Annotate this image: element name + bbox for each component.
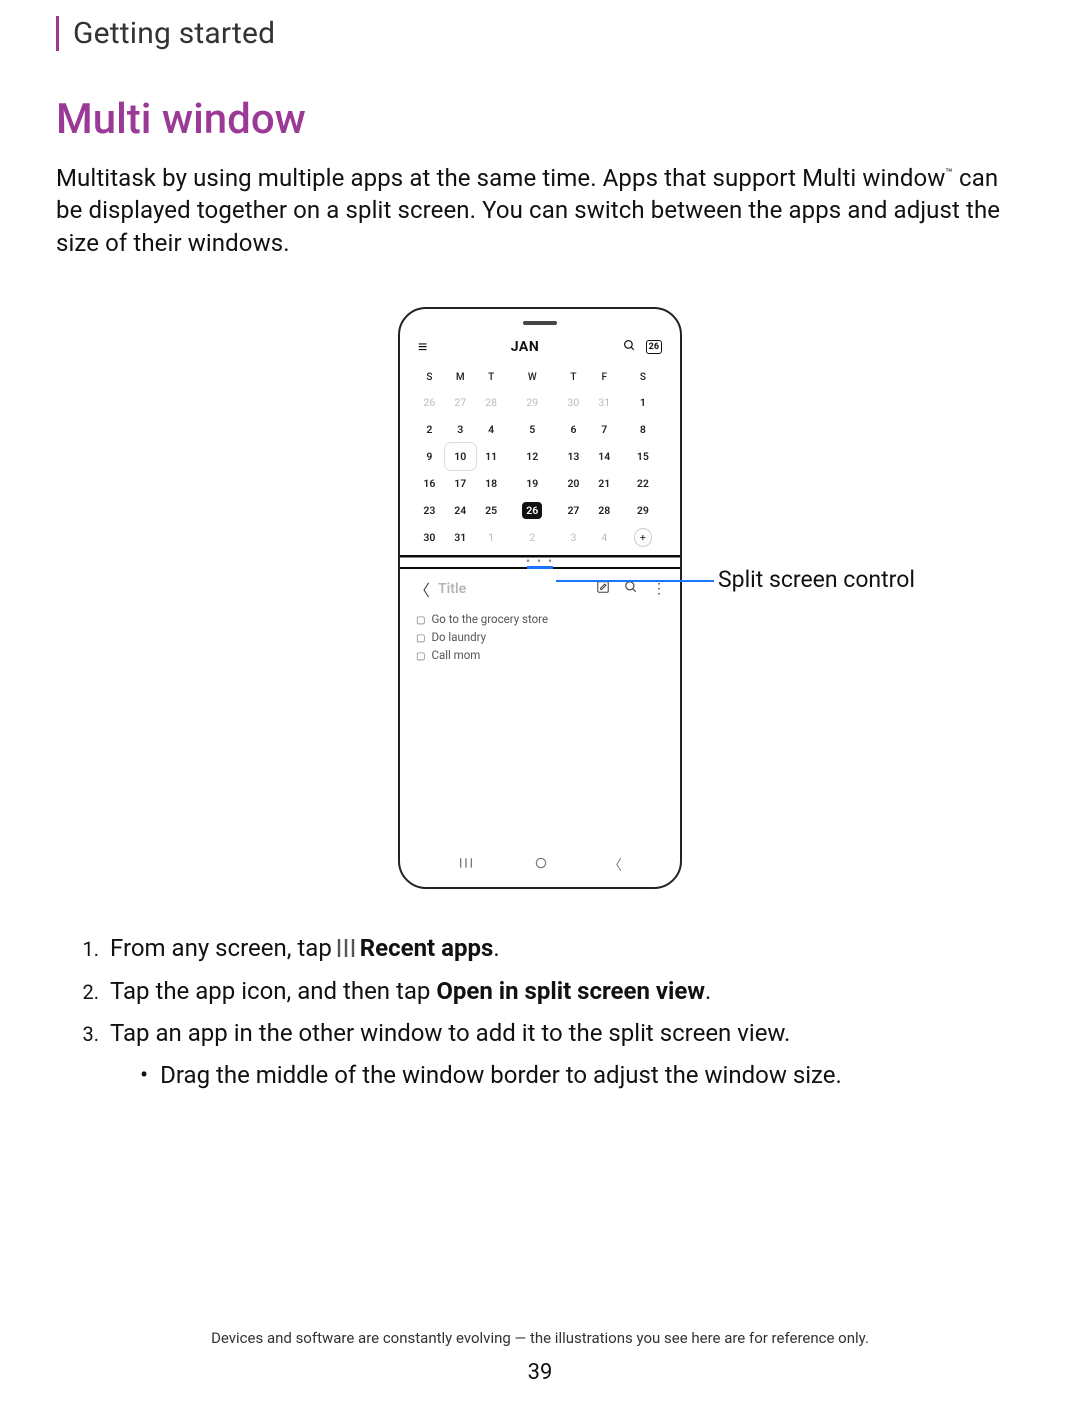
calendar-day[interactable]: 30 bbox=[414, 524, 445, 551]
calendar-day[interactable]: 31 bbox=[589, 389, 620, 416]
split-screen-divider[interactable]: • • • bbox=[400, 555, 680, 569]
back-icon[interactable]: 〈 bbox=[414, 577, 430, 601]
intro-paragraph: Multitask by using multiple apps at the … bbox=[56, 162, 1024, 259]
calendar-day[interactable]: 2 bbox=[507, 524, 558, 551]
calendar-dow: T bbox=[558, 367, 589, 389]
calendar-dow: S bbox=[620, 367, 666, 389]
step-1: From any screen, tapRecent apps. bbox=[104, 929, 1024, 967]
calendar-day[interactable]: 5 bbox=[507, 416, 558, 443]
edit-icon[interactable] bbox=[596, 580, 610, 598]
footer-disclaimer: Devices and software are constantly evol… bbox=[0, 1329, 1080, 1347]
calendar-day[interactable]: 28 bbox=[476, 389, 507, 416]
calendar-day[interactable]: 13 bbox=[558, 443, 589, 470]
calendar-day[interactable]: 12 bbox=[507, 443, 558, 470]
calendar-day[interactable]: 9 bbox=[414, 443, 445, 470]
calendar-day[interactable]: 26 bbox=[507, 497, 558, 524]
section-header: Getting started bbox=[56, 16, 1024, 51]
calendar-dow: T bbox=[476, 367, 507, 389]
system-navbar: 〈 bbox=[408, 847, 672, 879]
split-indicator-icon bbox=[527, 566, 553, 569]
search-icon[interactable] bbox=[623, 339, 636, 356]
calendar-day[interactable]: 27 bbox=[558, 497, 589, 524]
calendar-grid: SMTWTFS 26272829303112345678910111213141… bbox=[414, 367, 666, 551]
calendar-day[interactable]: 6 bbox=[558, 416, 589, 443]
calendar-day[interactable]: 10 bbox=[445, 443, 476, 470]
calendar-day[interactable]: 28 bbox=[589, 497, 620, 524]
note-title-input[interactable]: Title bbox=[438, 581, 466, 597]
calendar-day[interactable]: 14 bbox=[589, 443, 620, 470]
calendar-day[interactable]: 19 bbox=[507, 470, 558, 497]
step-2: Tap the app icon, and then tap Open in s… bbox=[104, 972, 1024, 1010]
calendar-day[interactable]: 31 bbox=[445, 524, 476, 551]
back-nav-icon[interactable]: 〈 bbox=[608, 855, 622, 875]
calendar-dow: S bbox=[414, 367, 445, 389]
calendar-day[interactable]: 18 bbox=[476, 470, 507, 497]
calendar-dow: M bbox=[445, 367, 476, 389]
checklist-item[interactable]: Do laundry bbox=[416, 629, 664, 647]
split-handle-icon: • • • bbox=[526, 558, 554, 564]
calendar-day[interactable]: 20 bbox=[558, 470, 589, 497]
page-title: Multi window bbox=[56, 95, 1024, 144]
notes-app: 〈 Title ⋮ Go to the grocery storeDo laun… bbox=[408, 569, 672, 847]
calendar-day[interactable]: 7 bbox=[589, 416, 620, 443]
recent-apps-icon bbox=[336, 937, 356, 959]
today-button[interactable]: 26 bbox=[646, 340, 662, 354]
instruction-steps: From any screen, tapRecent apps. Tap the… bbox=[104, 929, 1024, 1095]
more-icon[interactable]: ⋮ bbox=[652, 581, 666, 597]
search-icon[interactable] bbox=[624, 580, 638, 598]
calendar-day[interactable]: 2 bbox=[414, 416, 445, 443]
calendar-day[interactable]: + bbox=[620, 524, 666, 551]
illustration-figure: ≡ JAN 26 SMTWTFS 26272829303112345678910… bbox=[56, 307, 1024, 889]
calendar-month: JAN bbox=[511, 339, 539, 355]
breadcrumb: Getting started bbox=[73, 16, 1024, 51]
calendar-day[interactable]: 4 bbox=[589, 524, 620, 551]
page-number: 39 bbox=[0, 1360, 1080, 1385]
recents-nav-icon[interactable] bbox=[458, 856, 474, 874]
calendar-dow: W bbox=[507, 367, 558, 389]
calendar-day[interactable]: 15 bbox=[620, 443, 666, 470]
menu-icon[interactable]: ≡ bbox=[418, 337, 427, 357]
calendar-day[interactable]: 25 bbox=[476, 497, 507, 524]
step-3: Tap an app in the other window to add it… bbox=[104, 1014, 1024, 1095]
calendar-day[interactable]: 29 bbox=[620, 497, 666, 524]
calendar-day[interactable]: 1 bbox=[476, 524, 507, 551]
step-3-sub-1: Drag the middle of the window border to … bbox=[140, 1056, 1024, 1094]
callout-label: Split screen control bbox=[718, 566, 915, 593]
calendar-day[interactable]: 22 bbox=[620, 470, 666, 497]
phone-mockup: ≡ JAN 26 SMTWTFS 26272829303112345678910… bbox=[398, 307, 682, 889]
calendar-day[interactable]: 3 bbox=[445, 416, 476, 443]
calendar-day[interactable]: 30 bbox=[558, 389, 589, 416]
note-checklist: Go to the grocery storeDo laundryCall mo… bbox=[414, 607, 666, 668]
calendar-day[interactable]: 21 bbox=[589, 470, 620, 497]
calendar-day[interactable]: 1 bbox=[620, 389, 666, 416]
calendar-day[interactable]: 27 bbox=[445, 389, 476, 416]
trademark-symbol: ™ bbox=[945, 166, 953, 180]
earpiece-icon bbox=[523, 321, 557, 325]
calendar-day[interactable]: 3 bbox=[558, 524, 589, 551]
calendar-day[interactable]: 8 bbox=[620, 416, 666, 443]
calendar-app: ≡ JAN 26 SMTWTFS 26272829303112345678910… bbox=[408, 335, 672, 551]
callout-leader-line bbox=[556, 580, 714, 582]
calendar-day[interactable]: 26 bbox=[414, 389, 445, 416]
step-3-substeps: Drag the middle of the window border to … bbox=[140, 1056, 1024, 1094]
calendar-dow: F bbox=[589, 367, 620, 389]
calendar-day[interactable]: 29 bbox=[507, 389, 558, 416]
calendar-day[interactable]: 11 bbox=[476, 443, 507, 470]
calendar-day[interactable]: 16 bbox=[414, 470, 445, 497]
checklist-item[interactable]: Go to the grocery store bbox=[416, 611, 664, 629]
calendar-day[interactable]: 24 bbox=[445, 497, 476, 524]
checklist-item[interactable]: Call mom bbox=[416, 647, 664, 665]
calendar-day[interactable]: 4 bbox=[476, 416, 507, 443]
home-nav-icon[interactable] bbox=[534, 856, 548, 874]
intro-pre: Multitask by using multiple apps at the … bbox=[56, 164, 945, 192]
calendar-day[interactable]: 23 bbox=[414, 497, 445, 524]
calendar-day[interactable]: 17 bbox=[445, 470, 476, 497]
